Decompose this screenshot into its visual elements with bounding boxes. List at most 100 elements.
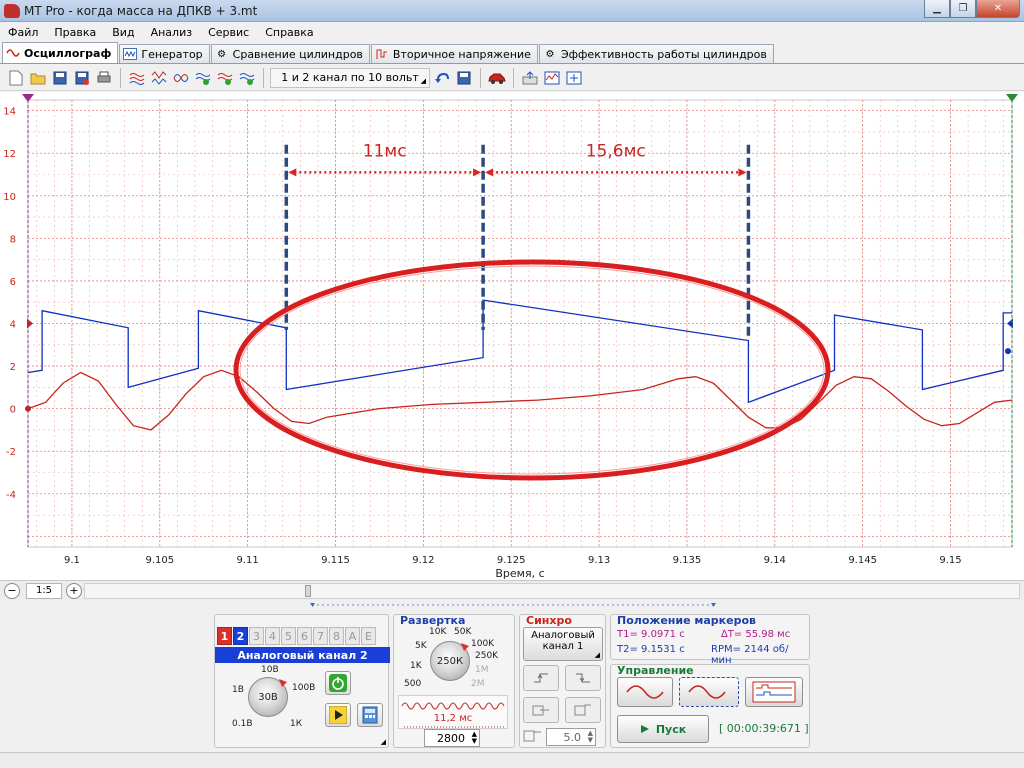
single-wave-mode-button[interactable] [617, 677, 673, 707]
spin-arrows-icon: ▲ ▼ [587, 729, 593, 744]
undo-icon[interactable] [432, 68, 452, 88]
waves-settings-icon[interactable] [237, 68, 257, 88]
preset-label: 1 и 2 канал по 10 вольт [281, 71, 419, 84]
channel-8-button[interactable]: 8 [329, 627, 344, 645]
sync-mode-button[interactable] [523, 697, 559, 723]
play-icon [640, 725, 649, 733]
x-tick-label: 9.1 [64, 555, 80, 566]
calculator-button[interactable] [357, 703, 383, 727]
channel-5-button[interactable]: 5 [281, 627, 296, 645]
oscilloscope-plot[interactable]: 9.1 9.105 9.11 9.115 9.12 9.125 9.13 9.135 9.14 9… [0, 92, 1024, 580]
tab-generator[interactable]: Генератор [119, 44, 210, 63]
x-tick-label: 9.115 [321, 555, 350, 566]
knob-value: 30В [258, 691, 278, 703]
menu-help[interactable]: Справка [257, 26, 321, 39]
menu-analysis[interactable]: Анализ [143, 26, 201, 39]
chart-window-icon[interactable] [542, 68, 562, 88]
status-bar [0, 752, 1024, 768]
channel-selector: 1 2 3 4 5 6 7 8 A E [217, 627, 376, 645]
minimize-button[interactable]: ▁ [924, 0, 950, 18]
y-tick-label: 12 [3, 149, 16, 160]
window-controls: ▁ ❐ ✕ [924, 0, 1020, 18]
x-axis-label: Время, с [495, 567, 544, 580]
sync-source-line2: канал 1 [542, 641, 584, 652]
channel-4-button[interactable]: 4 [265, 627, 280, 645]
range-label-100v: 100В [292, 683, 316, 693]
save-preset-icon[interactable] [454, 68, 474, 88]
menu-service[interactable]: Сервис [200, 26, 257, 39]
tab-cylinder-efficiency[interactable]: ⚙ Эффективность работы цилиндров [538, 44, 774, 63]
sync-level-spinner[interactable]: 5.0 ▲ ▼ [546, 728, 596, 746]
waves-green-icon[interactable] [215, 68, 235, 88]
channels-icon[interactable] [149, 68, 169, 88]
preset-select[interactable]: 1 и 2 канал по 10 вольт ◢ [270, 67, 430, 88]
y-tick-label: 14 [3, 107, 16, 118]
channel-7-button[interactable]: 7 [313, 627, 328, 645]
scroll-thumb[interactable] [305, 585, 311, 597]
tab-label: Осциллограф [24, 46, 112, 60]
fit-window-icon[interactable] [564, 68, 584, 88]
save-as-icon[interactable] [72, 68, 92, 88]
waves-icon[interactable] [127, 68, 147, 88]
channel-e-button[interactable]: E [361, 627, 376, 645]
sync-rising-edge-button[interactable] [523, 665, 559, 691]
zoom-out-icon[interactable]: − [4, 582, 20, 599]
recorder-mode-button[interactable] [745, 677, 803, 707]
zoom-value[interactable]: 1:5 [26, 582, 62, 599]
menu-view[interactable]: Вид [104, 26, 142, 39]
y-tick-label: 6 [10, 277, 16, 288]
markers-title: Положение маркеров [617, 614, 756, 627]
sync-source-button[interactable]: Аналоговый канал 1 ◢ [523, 627, 603, 661]
channel-2-point-marker [1005, 348, 1011, 355]
sine-cross-icon[interactable] [171, 68, 191, 88]
print-icon[interactable] [94, 68, 114, 88]
sweep-panel: Развертка 10K 50K 5K 100K 250K 1K 1M 500… [393, 614, 515, 748]
menu-file[interactable]: Файл [0, 26, 46, 39]
control-title: Управление [617, 664, 694, 677]
start-button[interactable]: Пуск [617, 715, 709, 743]
open-folder-icon[interactable] [28, 68, 48, 88]
sync-single-button[interactable] [565, 697, 601, 723]
close-button[interactable]: ✕ [976, 0, 1020, 18]
channel-3-button[interactable]: 3 [249, 627, 264, 645]
menu-bar: Файл Правка Вид Анализ Сервис Справка [0, 22, 1024, 42]
splitter[interactable] [0, 600, 1024, 610]
continuous-wave-mode-button[interactable] [679, 677, 739, 707]
scope-chart[interactable]: 9.1 9.105 9.11 9.115 9.12 9.125 9.13 9.135 9.14 9… [0, 92, 1024, 580]
restore-button[interactable]: ❐ [950, 0, 976, 18]
tab-secondary-voltage[interactable]: Вторичное напряжение [370, 44, 538, 63]
power-button[interactable] [325, 671, 351, 695]
channel-6-button[interactable]: 6 [297, 627, 312, 645]
tab-oscilloscope[interactable]: Осциллограф [2, 42, 119, 63]
range-label-10v: 10В [261, 665, 279, 675]
sweep-label-50k: 50K [454, 627, 472, 637]
markers-panel: Положение маркеров T1= 9.0971 с T2= 9.15… [610, 614, 810, 666]
sweep-points-spinner[interactable]: 2800 ▲ ▼ [424, 729, 480, 747]
sync-falling-edge-button[interactable] [565, 665, 601, 691]
export-icon[interactable] [520, 68, 540, 88]
tab-cylinder-compare[interactable]: ⚙ Сравнение цилиндров [210, 44, 370, 63]
wave-dashed-icon [688, 685, 726, 699]
range-label-1v: 1В [232, 685, 244, 695]
new-file-icon[interactable] [6, 68, 26, 88]
check-waves-icon[interactable] [193, 68, 213, 88]
play-channel-button[interactable] [325, 703, 351, 727]
marker-rpm: RPM= 2144 об/мин [711, 644, 789, 666]
falling-edge-icon [576, 673, 590, 683]
tab-label: Эффективность работы цилиндров [560, 47, 767, 61]
y-tick-label: 2 [10, 362, 16, 373]
y-tick-label: 0 [10, 405, 16, 416]
channel-2-button[interactable]: 2 [233, 627, 248, 645]
car-icon[interactable] [487, 68, 507, 88]
sweep-period: 11,2 мс [433, 713, 473, 724]
channel-1-button[interactable]: 1 [217, 627, 232, 645]
zoom-in-icon[interactable]: + [66, 582, 82, 599]
horizontal-scrollbar[interactable] [84, 583, 1020, 599]
y-tick-label: 4 [10, 320, 16, 331]
sweep-label-1m: 1M [475, 665, 489, 675]
save-icon[interactable] [50, 68, 70, 88]
sweep-label-10k: 10K [429, 627, 447, 637]
menu-edit[interactable]: Правка [46, 26, 104, 39]
channel-a-button[interactable]: A [345, 627, 360, 645]
toolbar-separator [120, 67, 121, 88]
